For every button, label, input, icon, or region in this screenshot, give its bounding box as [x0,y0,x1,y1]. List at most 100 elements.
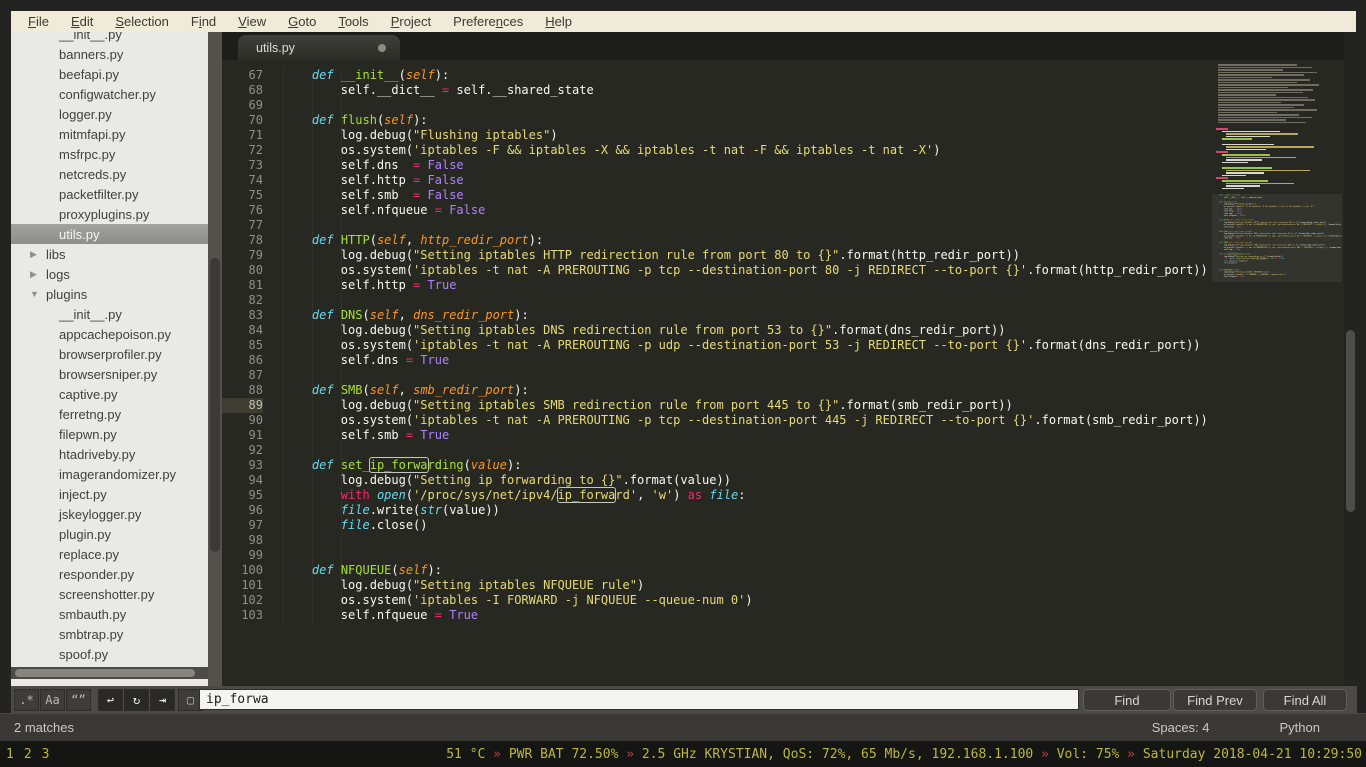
menu-goto[interactable]: Goto [277,14,327,29]
sidebar-horizontal-scrollbar-thumb[interactable] [15,669,195,677]
sidebar-item-replace-py[interactable]: replace.py [11,544,208,564]
minimap[interactable]: def __init__(self): self.__dict__ = self… [1212,60,1342,686]
sidebar-item-configwatcher-py[interactable]: configwatcher.py [11,84,208,104]
sidebar-item-banners-py[interactable]: banners.py [11,44,208,64]
code-line[interactable]: 80 os.system('iptables -t nat -A PREROUT… [222,263,1344,278]
code-line[interactable]: 95 with open('/proc/sys/net/ipv4/ip_forw… [222,487,1344,503]
code-line[interactable]: 87 [222,368,1344,383]
code-line[interactable]: 76 self.nfqueue = False [222,203,1344,218]
sidebar-item-mitmfapi-py[interactable]: mitmfapi.py [11,124,208,144]
menu-file[interactable]: File [17,14,60,29]
sidebar-item-spoof-py[interactable]: spoof.py [11,644,208,664]
sidebar-item-browserprofiler-py[interactable]: browserprofiler.py [11,344,208,364]
sidebar-item-appcachepoison-py[interactable]: appcachepoison.py [11,324,208,344]
sidebar-item-imagerandomizer-py[interactable]: imagerandomizer.py [11,464,208,484]
menu-edit[interactable]: Edit [60,14,104,29]
sidebar-item-filepwn-py[interactable]: filepwn.py [11,424,208,444]
menu-preferences[interactable]: Preferences [442,14,534,29]
code-line[interactable]: 88 def SMB(self, smb_redir_port): [222,383,1344,398]
code-editor[interactable]: 67 def __init__(self): 68 self.__dict__ =… [222,60,1344,686]
syntax-mode[interactable]: Python [1280,720,1320,735]
code-line[interactable]: 91 self.smb = True [222,428,1344,443]
code-line[interactable]: 101 log.debug("Setting iptables NFQUEUE … [222,578,1344,593]
code-line[interactable]: 83 def DNS(self, dns_redir_port): [222,308,1344,323]
code-line[interactable]: 98 [222,533,1344,548]
find-all-button[interactable]: Find All [1263,689,1347,711]
sidebar-item-responder-py[interactable]: responder.py [11,564,208,584]
sidebar-item-proxyplugins-py[interactable]: proxyplugins.py [11,204,208,224]
menu-tools[interactable]: Tools [327,14,379,29]
sidebar-file-tree[interactable]: __init__.py banners.py beefapi.py configwat… [11,32,208,686]
sidebar-item-beefapi-py[interactable]: beefapi.py [11,64,208,84]
menu-project[interactable]: Project [380,14,442,29]
code-line[interactable]: 103 self.nfqueue = True [222,608,1344,623]
indentation-setting[interactable]: Spaces: 4 [1152,720,1210,735]
code-line[interactable]: 70 def flush(self): [222,113,1344,128]
sidebar-item-browsersniper-py[interactable]: browsersniper.py [11,364,208,384]
code-line[interactable]: 72 os.system('iptables -F && iptables -X… [222,143,1344,158]
code-line[interactable]: 93 def set_ip_forwarding(value): [222,457,1344,473]
code-line[interactable]: 81 self.http = True [222,278,1344,293]
code-line[interactable]: 89 log.debug("Setting iptables SMB redir… [222,398,1344,413]
code-line[interactable]: 96 file.write(str(value)) [222,503,1344,518]
sidebar-item-msfrpc-py[interactable]: msfrpc.py [11,144,208,164]
code-line[interactable]: 77 [222,218,1344,233]
sidebar-item-logger-py[interactable]: logger.py [11,104,208,124]
editor-vertical-scrollbar[interactable] [1344,32,1357,686]
menu-find[interactable]: Find [180,14,227,29]
code-line[interactable]: 68 self.__dict__ = self.__shared_state [222,83,1344,98]
editor-vertical-scrollbar-thumb[interactable] [1346,330,1355,512]
code-line[interactable]: 84 log.debug("Setting iptables DNS redir… [222,323,1344,338]
wrap-toggle-icon[interactable]: ↩ [98,689,123,711]
code-line[interactable]: 92 [222,443,1344,458]
code-line[interactable]: 102 os.system('iptables -I FORWARD -j NF… [222,593,1344,608]
sidebar-item--init-py[interactable]: __init__.py [11,32,208,44]
sidebar-item-jskeylogger-py[interactable]: jskeylogger.py [11,504,208,524]
menu-help[interactable]: Help [534,14,583,29]
sidebar-item-screenshotter-py[interactable]: screenshotter.py [11,584,208,604]
menu-view[interactable]: View [227,14,277,29]
sidebar-item-captive-py[interactable]: captive.py [11,384,208,404]
sidebar-item-plugin-py[interactable]: plugin.py [11,524,208,544]
menu-selection[interactable]: Selection [104,14,179,29]
sidebar-item-logs[interactable]: ▶ logs [11,264,208,284]
code-line[interactable]: 74 self.http = False [222,173,1344,188]
code-line[interactable]: 67 def __init__(self): [222,68,1344,83]
code-line[interactable]: 71 log.debug("Flushing iptables") [222,128,1344,143]
workspace-1[interactable]: 1 [6,747,14,762]
code-line[interactable]: 90 os.system('iptables -t nat -A PREROUT… [222,413,1344,428]
whole-word-toggle-icon[interactable]: “” [66,689,91,711]
sidebar-item-libs[interactable]: ▶ libs [11,244,208,264]
sidebar-vertical-scrollbar[interactable] [208,32,222,686]
sidebar-item-ferretng-py[interactable]: ferretng.py [11,404,208,424]
sidebar-item-htadriveby-py[interactable]: htadriveby.py [11,444,208,464]
sidebar-item-netcreds-py[interactable]: netcreds.py [11,164,208,184]
preserve-case-toggle-icon[interactable]: ⇥ [150,689,175,711]
sidebar-item-plugins[interactable]: ▼ plugins [11,284,208,304]
code-line[interactable]: 79 log.debug("Setting iptables HTTP redi… [222,248,1344,263]
code-line[interactable]: 97 file.close() [222,518,1344,533]
tab-utils-py[interactable]: utils.py [238,35,400,60]
find-input[interactable] [199,689,1079,710]
sidebar-horizontal-scrollbar[interactable] [11,667,208,679]
case-sensitive-toggle-icon[interactable]: Aa [40,689,65,711]
code-line[interactable]: 99 [222,548,1344,563]
workspace-2[interactable]: 2 [24,747,32,762]
sidebar-item-smbtrap-py[interactable]: smbtrap.py [11,624,208,644]
regex-toggle-icon[interactable]: .* [14,689,39,711]
in-selection-toggle-icon[interactable]: ↻ [124,689,149,711]
code-line[interactable]: 86 self.dns = True [222,353,1344,368]
code-line[interactable]: 75 self.smb = False [222,188,1344,203]
sidebar-item-packetfilter-py[interactable]: packetfilter.py [11,184,208,204]
sidebar-item-inject-py[interactable]: inject.py [11,484,208,504]
code-line[interactable]: 94 log.debug("Setting ip forwarding to {… [222,473,1344,488]
minimap-viewport-box[interactable]: def __init__(self): self.__dict__ = self… [1212,194,1342,282]
find-button[interactable]: Find [1083,689,1171,711]
find-prev-button[interactable]: Find Prev [1173,689,1257,711]
sidebar-item-utils-py[interactable]: utils.py [11,224,208,244]
code-line[interactable]: 82 [222,293,1344,308]
modified-dot-icon[interactable] [378,43,386,52]
code-line[interactable]: 85 os.system('iptables -t nat -A PREROUT… [222,338,1344,353]
sidebar-vertical-scrollbar-thumb[interactable] [210,258,220,552]
code-line[interactable]: 100 def NFQUEUE(self): [222,563,1344,578]
